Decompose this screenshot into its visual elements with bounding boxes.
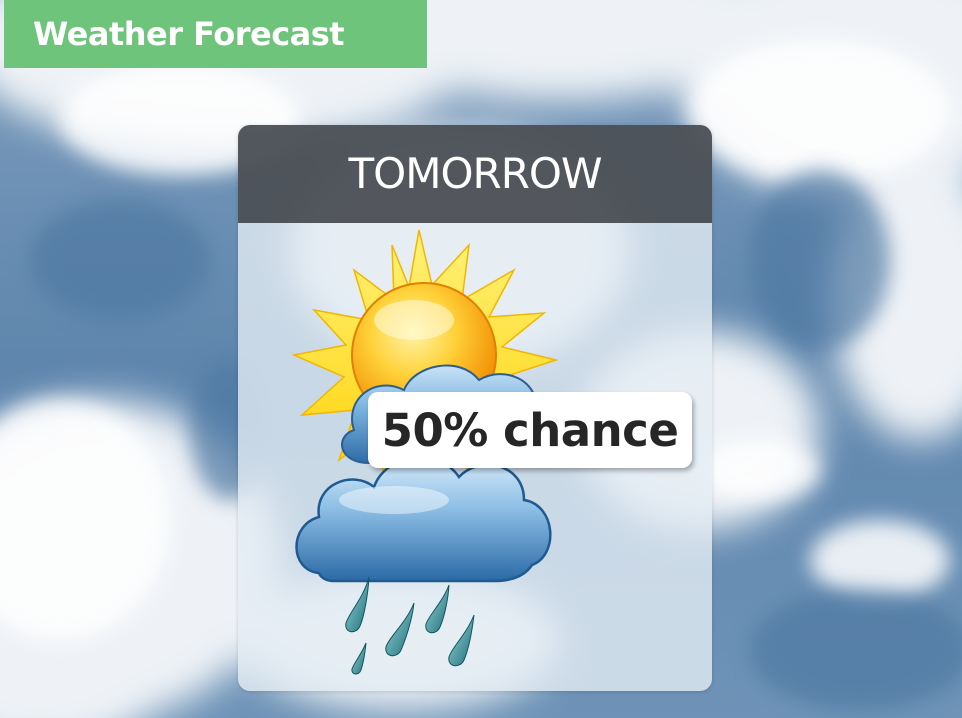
app-header: Weather Forecast bbox=[4, 0, 427, 68]
card-header: TOMORROW bbox=[238, 125, 712, 223]
precipitation-badge: 50% chance bbox=[368, 392, 692, 468]
app-title: Weather Forecast bbox=[33, 15, 345, 53]
forecast-day-label: TOMORROW bbox=[348, 149, 603, 198]
precipitation-chance: 50% chance bbox=[381, 403, 679, 457]
